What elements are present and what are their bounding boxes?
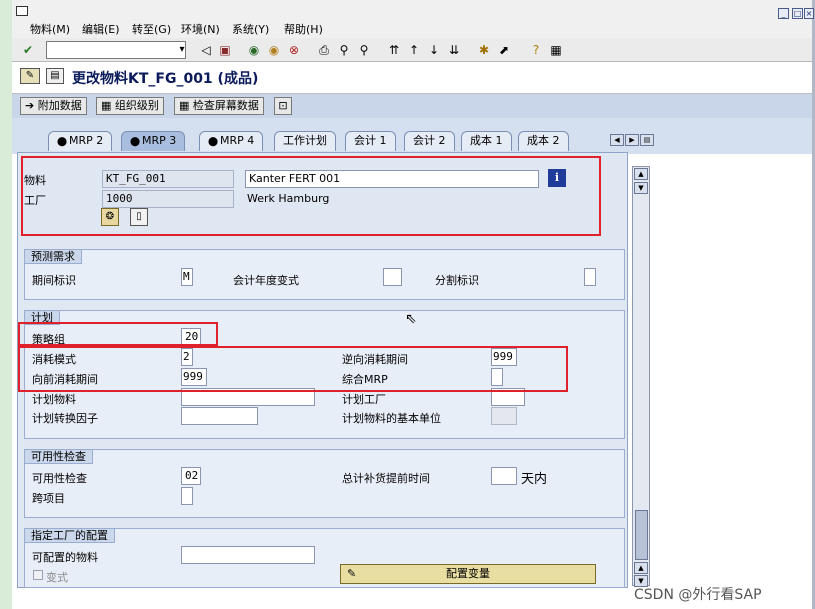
first-page-icon[interactable]: ⇈ (386, 42, 402, 58)
tab-accounting2[interactable]: 会计 2 (404, 131, 455, 151)
next-page-icon[interactable]: ↓ (426, 42, 442, 58)
configurable-material-field[interactable] (181, 546, 315, 564)
history-back-icon[interactable]: ◁ (198, 42, 214, 58)
planning-base-unit-label: 计划物料的基本单位 (342, 412, 441, 425)
menu-system[interactable]: 系统(Y) (232, 21, 269, 37)
variant-checkbox[interactable] (33, 570, 43, 580)
tab-mrp3-label: MRP 3 (142, 134, 177, 147)
planning-plant-label: 计划工厂 (342, 393, 386, 406)
org-levels-icon: ▦ (101, 99, 115, 112)
find-icon[interactable]: ⚲ (336, 42, 352, 58)
command-field[interactable] (46, 41, 186, 59)
enter-icon[interactable]: ✔ (20, 42, 36, 58)
cross-project-field[interactable] (181, 487, 193, 505)
print-icon[interactable]: ⎙ (316, 42, 332, 58)
maximize-icon[interactable]: □ (792, 8, 803, 19)
tab-mrp4-icon: ⬤ (208, 137, 219, 147)
additional-data-button[interactable]: ➔ 附加数据 (20, 97, 87, 115)
tab-work-scheduling[interactable]: 工作计划 (274, 131, 336, 151)
check-screen-label: 检查屏幕数据 (192, 99, 259, 112)
cancel-icon[interactable]: ⊗ (286, 42, 302, 58)
other-material-icon[interactable]: ▤ (46, 68, 64, 84)
forecast-group-title: 预测需求 (24, 249, 82, 264)
period-indicator-label: 期间标识 (32, 274, 76, 287)
exit-icon[interactable]: ◉ (266, 42, 282, 58)
availability-check-field[interactable]: 02 (181, 467, 201, 485)
menu-material[interactable]: 物料(M) (30, 21, 70, 37)
org-levels-label: 组织级别 (114, 99, 159, 112)
availability-group-title: 可用性检查 (24, 449, 93, 464)
tab-mrp2-icon: ⬤ (57, 137, 68, 147)
highlight-consumption-box (18, 346, 568, 392)
layout-icon[interactable]: ▦ (548, 42, 564, 58)
period-indicator-field[interactable]: M (181, 268, 193, 286)
watermark: CSDN @外行看SAP (634, 587, 762, 603)
tab-scroll-right-icon[interactable]: ▶ (625, 134, 639, 146)
lock-icon[interactable]: ⊡ (274, 97, 292, 115)
help-icon[interactable]: ? (528, 42, 544, 58)
menu-goto[interactable]: 转至(G) (132, 21, 171, 37)
tab-costing2[interactable]: 成本 2 (518, 131, 569, 151)
scroll-up-page-icon[interactable]: ▲ (634, 562, 648, 574)
availability-check-label: 可用性检查 (32, 472, 87, 485)
forecast-group (24, 249, 625, 300)
tab-mrp2-label: MRP 2 (69, 134, 104, 147)
conversion-factor-label: 计划转换因子 (32, 412, 98, 425)
additional-data-label: 附加数据 (37, 99, 82, 112)
fiscal-year-variant-field[interactable] (383, 268, 402, 286)
system-menu-icon[interactable] (16, 6, 28, 16)
variant-label: 变式 (46, 571, 68, 584)
check-screen-data-button[interactable]: ▦ 检查屏幕数据 (174, 97, 264, 115)
planning-material-label: 计划物料 (32, 393, 76, 406)
tab-mrp2[interactable]: ⬤ MRP 2 (48, 131, 113, 151)
tab-mrp4-label: MRP 4 (220, 134, 255, 147)
menu-help[interactable]: 帮助(H) (284, 21, 323, 37)
prev-page-icon[interactable]: ↑ (406, 42, 422, 58)
total-replenishment-label: 总计补货提前时间 (342, 472, 430, 485)
tab-accounting1[interactable]: 会计 1 (345, 131, 396, 151)
last-page-icon[interactable]: ⇊ (446, 42, 462, 58)
command-dropdown-icon[interactable]: ▾ (174, 42, 190, 58)
close-icon[interactable]: × (804, 8, 814, 19)
scroll-down-page-icon[interactable]: ▼ (634, 182, 648, 194)
menu-environment[interactable]: 环境(N) (181, 21, 220, 37)
minimize-icon[interactable]: _ (778, 8, 789, 19)
menu-edit[interactable]: 编辑(E) (82, 21, 120, 37)
org-levels-button[interactable]: ▦ 组织级别 (96, 97, 164, 115)
mouse-cursor-icon: ⇖ (405, 311, 417, 327)
total-replenishment-unit: 天内 (521, 472, 548, 487)
conversion-factor-field[interactable] (181, 407, 258, 425)
configurable-material-label: 可配置的物料 (32, 551, 98, 564)
tab-mrp3-icon: ⬤ (130, 137, 141, 147)
find-next-icon[interactable]: ⚲ (356, 42, 372, 58)
scroll-thumb[interactable] (635, 510, 648, 560)
scroll-up-icon[interactable]: ▲ (634, 168, 648, 180)
page-title: 更改物料KT_FG_001 (成品) (72, 71, 259, 87)
display-change-icon[interactable]: ✎ (20, 68, 40, 84)
check-screen-icon: ▦ (179, 99, 193, 112)
splitting-indicator-label: 分割标识 (435, 274, 479, 287)
plant-config-group-title: 指定工厂的配置 (24, 528, 115, 543)
tab-mrp3[interactable]: ⬤ MRP 3 (121, 131, 186, 151)
back-icon[interactable]: ◉ (246, 42, 262, 58)
edit-icon: ✎ (347, 567, 357, 580)
shortcut-icon[interactable]: ⬈ (496, 42, 512, 58)
planning-base-unit-field (491, 407, 517, 425)
save-icon[interactable]: ▣ (217, 42, 233, 58)
new-session-icon[interactable]: ✱ (476, 42, 492, 58)
fiscal-year-variant-label: 会计年度变式 (233, 274, 299, 287)
highlight-header-box (21, 156, 601, 236)
left-strip (0, 0, 12, 609)
configure-variant-label: 配置变量 (446, 567, 490, 580)
tab-mrp4[interactable]: ⬤ MRP 4 (199, 131, 264, 151)
tab-scroll-left-icon[interactable]: ◀ (610, 134, 624, 146)
arrow-right-icon: ➔ (25, 99, 38, 112)
configure-variant-button[interactable]: ✎ 配置变量 (340, 564, 596, 584)
total-replenishment-field[interactable] (491, 467, 517, 485)
cross-project-label: 跨项目 (32, 492, 65, 505)
tab-list-icon[interactable]: ▤ (640, 134, 654, 146)
highlight-strategy-box (18, 322, 218, 346)
tab-costing1[interactable]: 成本 1 (461, 131, 512, 151)
splitting-indicator-field[interactable] (584, 268, 596, 286)
